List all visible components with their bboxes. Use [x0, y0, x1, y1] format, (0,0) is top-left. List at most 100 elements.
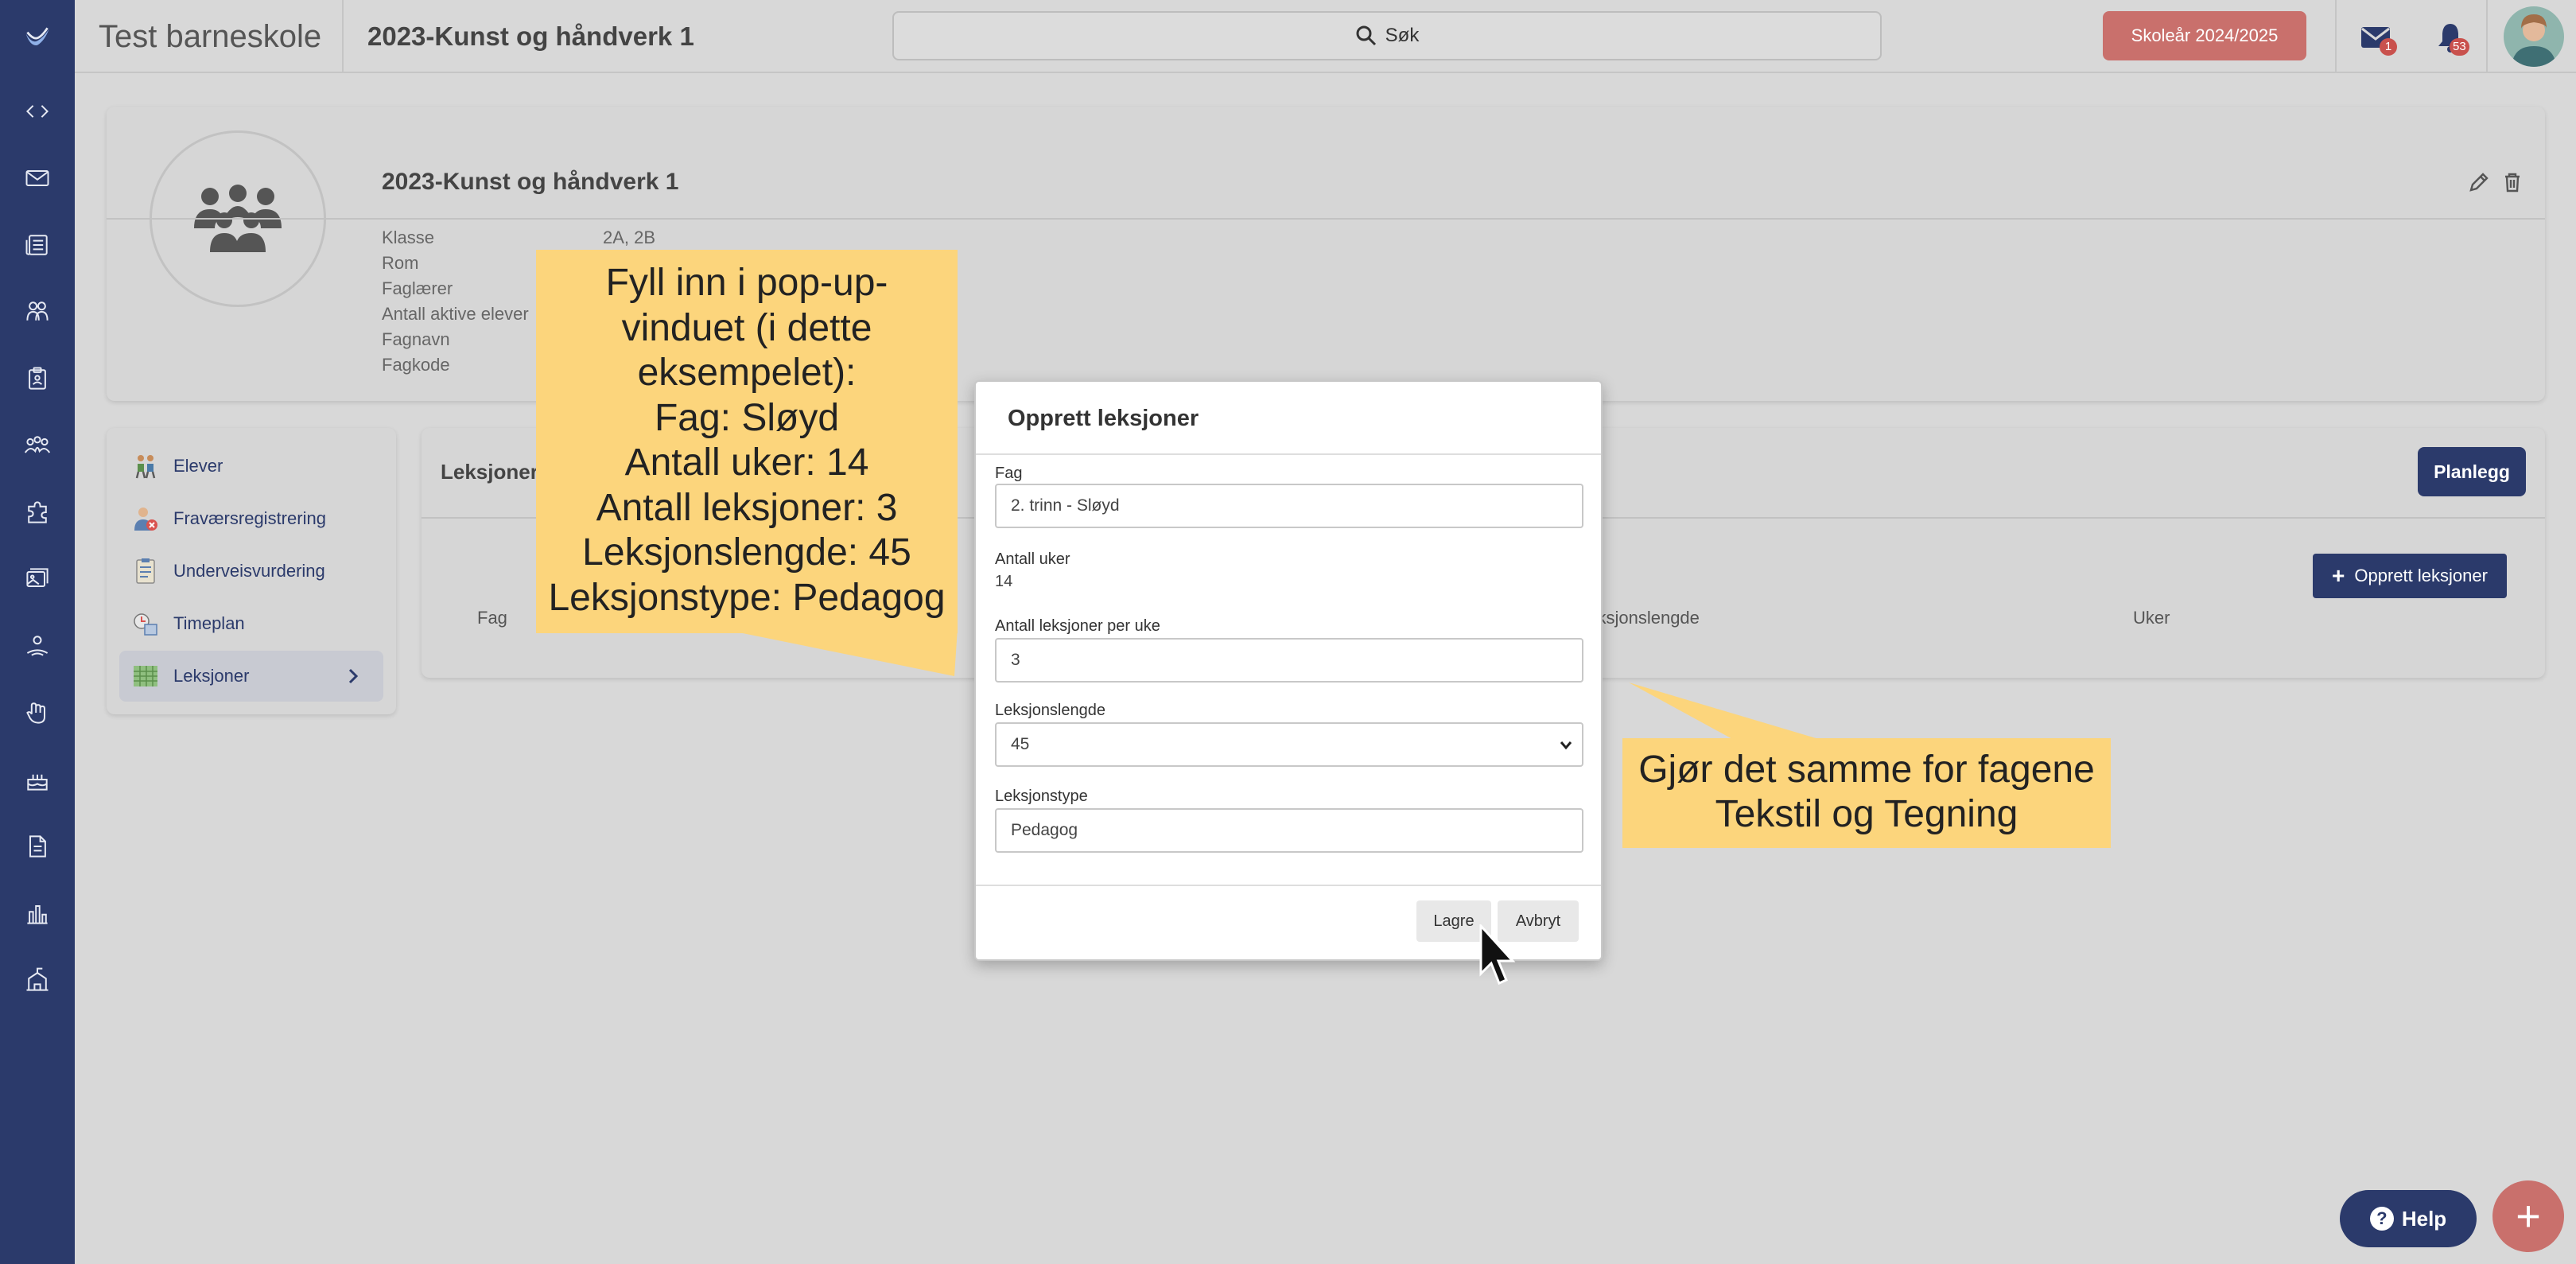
- school-year-button[interactable]: Skoleår 2024/2025: [2103, 11, 2306, 60]
- column-header-fag[interactable]: Fag: [477, 608, 507, 628]
- course-sidebar: Elever Fraværsregistrering Underveisvurd…: [107, 428, 396, 714]
- field-label: Rom: [382, 253, 419, 273]
- sidebar-item-leksjoner[interactable]: Leksjoner: [119, 651, 383, 702]
- dialog-title: Opprett leksjoner: [1008, 406, 1199, 431]
- callout-line: Leksjonstype: Pedagog: [548, 576, 946, 619]
- puzzle-icon[interactable]: [21, 496, 53, 528]
- column-header-uker[interactable]: Uker: [2133, 608, 2170, 628]
- edit-icon[interactable]: [2467, 170, 2491, 194]
- notifications-button[interactable]: 53: [2434, 21, 2469, 56]
- question-icon: ?: [2369, 1207, 2394, 1231]
- sidebar-item-label: Elever: [173, 456, 223, 476]
- sidebar-item-fravaersregistrering[interactable]: Fraværsregistrering: [119, 493, 383, 544]
- instruction-callout: Fyll inn i pop-up- vinduet (i dette ekse…: [536, 250, 958, 633]
- schedule-icon: [132, 610, 159, 637]
- divider: [342, 0, 344, 73]
- field-value: 2A, 2B: [603, 228, 656, 247]
- hand-icon[interactable]: [21, 697, 53, 729]
- logo-icon[interactable]: [21, 21, 53, 53]
- lessons-icon: [132, 663, 159, 690]
- sidebar-item-label: Underveisvurdering: [173, 561, 325, 581]
- mouse-cursor-icon: [1479, 924, 1516, 986]
- create-lessons-button[interactable]: + Opprett leksjoner: [2313, 554, 2507, 598]
- plus-icon: +: [2332, 563, 2345, 588]
- divider: [976, 453, 1601, 455]
- weeks-label: Antall uker: [995, 550, 1070, 568]
- help-button[interactable]: ? Help: [2340, 1190, 2477, 1247]
- field-label: Klasse: [382, 228, 435, 247]
- divider: [107, 218, 2545, 220]
- avatar[interactable]: [2504, 6, 2564, 67]
- left-rail: [0, 0, 75, 1264]
- sidebar-item-label: Fraværsregistrering: [173, 508, 326, 528]
- code-icon[interactable]: [21, 95, 53, 127]
- per-week-label: Antall leksjoner per uke: [995, 617, 1160, 635]
- mail-count-badge: 1: [2380, 38, 2397, 56]
- chart-icon[interactable]: [21, 897, 53, 929]
- mail-button[interactable]: 1: [2359, 21, 2397, 56]
- length-label: Leksjonslengde: [995, 702, 1105, 719]
- callout-line: Gjør det samme for fagene: [1638, 749, 2095, 791]
- callout-line: vinduet (i dette: [621, 306, 872, 349]
- search-label: Søk: [1385, 25, 1420, 46]
- course-header-card: 2023-Kunst og håndverk 1 Klasse 2A, 2B R…: [107, 107, 2545, 401]
- sidebar-item-elever[interactable]: Elever: [119, 441, 383, 492]
- gallery-icon[interactable]: [21, 563, 53, 595]
- panel-title: Leksjoner: [441, 460, 538, 484]
- create-lessons-dialog: Opprett leksjoner Fag 2. trinn - Sløyd A…: [974, 380, 1603, 961]
- callout-line: Antall uker: 14: [624, 441, 869, 484]
- divider: [976, 885, 1601, 886]
- length-selected-value: 45: [1011, 735, 1030, 753]
- callout-line: Fag: Sløyd: [654, 396, 840, 439]
- sidebar-item-underveisvurdering[interactable]: Underveisvurdering: [119, 546, 383, 597]
- news-icon[interactable]: [21, 229, 53, 261]
- divider: [2486, 0, 2488, 73]
- repeat-callout: Gjør det samme for fagene Tekstil og Teg…: [1622, 738, 2111, 848]
- groups-icon[interactable]: [21, 296, 53, 328]
- course-title: 2023-Kunst og håndverk 1: [367, 21, 694, 51]
- length-select[interactable]: 45: [995, 722, 1583, 767]
- plan-button[interactable]: Planlegg: [2418, 447, 2526, 496]
- search-icon: [1356, 25, 1376, 46]
- field-label: Fagnavn: [382, 329, 450, 349]
- fag-input[interactable]: 2. trinn - Sløyd: [995, 484, 1583, 528]
- trash-icon[interactable]: [2500, 170, 2524, 194]
- sidebar-item-label: Timeplan: [173, 613, 245, 633]
- field-label: Antall aktive elever: [382, 304, 529, 324]
- field-label: Faglærer: [382, 278, 453, 298]
- school-icon[interactable]: [21, 964, 53, 996]
- notification-count-badge: 53: [2450, 38, 2469, 56]
- search-bar[interactable]: Søk: [892, 11, 1882, 60]
- absence-icon: [132, 505, 159, 532]
- cake-icon[interactable]: [21, 764, 53, 795]
- user-hand-icon[interactable]: [21, 630, 53, 662]
- fag-label: Fag: [995, 465, 1023, 482]
- header-actions: [2467, 170, 2531, 198]
- callout-line: Antall leksjoner: 3: [596, 486, 898, 529]
- sidebar-item-timeplan[interactable]: Timeplan: [119, 598, 383, 649]
- type-input[interactable]: Pedagog: [995, 808, 1583, 853]
- divider: [2335, 0, 2337, 73]
- help-label: Help: [2401, 1206, 2447, 1231]
- callout-line: Fyll inn i pop-up-: [605, 262, 888, 304]
- per-week-input[interactable]: 3: [995, 638, 1583, 683]
- sidebar-item-label: Leksjoner: [173, 666, 250, 686]
- add-fab-button[interactable]: +: [2492, 1180, 2564, 1252]
- mail-icon[interactable]: [21, 162, 53, 194]
- course-name: 2023-Kunst og håndverk 1: [382, 169, 679, 195]
- chevron-right-icon: [348, 668, 359, 684]
- field-label: Fagkode: [382, 355, 450, 375]
- weeks-value: 14: [995, 573, 1013, 590]
- students-icon: [132, 453, 159, 480]
- type-label: Leksjonstype: [995, 788, 1088, 805]
- document-icon[interactable]: [21, 830, 53, 862]
- people-icon[interactable]: [21, 430, 53, 461]
- assessment-icon: [132, 558, 159, 585]
- create-lessons-label: Opprett leksjoner: [2354, 566, 2488, 585]
- callout-line: Tekstil og Tegning: [1715, 793, 2018, 835]
- callout-line: eksempelet):: [637, 352, 857, 394]
- callout-line: Leksjonslengde: 45: [582, 531, 911, 574]
- badge-icon[interactable]: [21, 363, 53, 395]
- school-name[interactable]: Test barneskole: [99, 0, 321, 73]
- top-bar: Test barneskole 2023-Kunst og håndverk 1…: [75, 0, 2576, 73]
